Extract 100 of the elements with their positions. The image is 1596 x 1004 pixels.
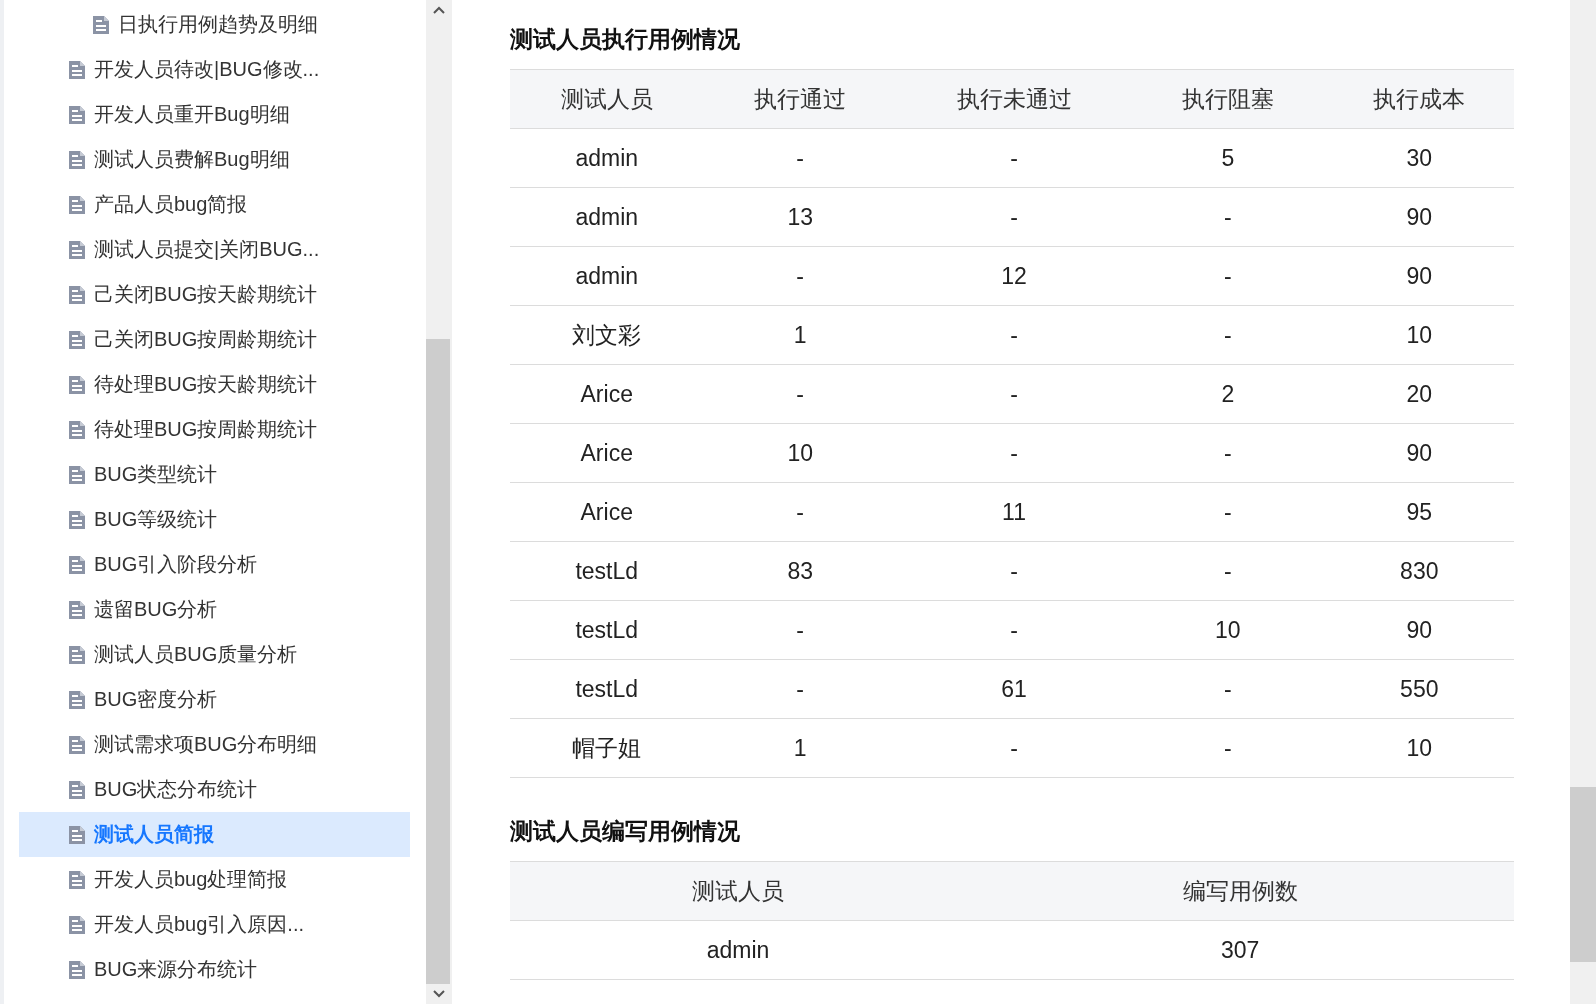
table-cell: 1 bbox=[703, 306, 897, 365]
table-cell: 307 bbox=[966, 921, 1514, 980]
table-cell: Arice bbox=[510, 424, 704, 483]
table-cell: 10 bbox=[1324, 719, 1514, 778]
scrollbar-thumb[interactable] bbox=[426, 339, 450, 984]
table-cell: - bbox=[896, 365, 1132, 424]
sidebar-item[interactable]: 待处理BUG按周龄期统计 bbox=[19, 407, 410, 452]
scroll-down-icon[interactable] bbox=[433, 990, 445, 998]
scroll-up-icon[interactable] bbox=[433, 6, 445, 14]
table-cell: 10 bbox=[1324, 306, 1514, 365]
scrollbar[interactable] bbox=[426, 0, 452, 1004]
table-cell: 90 bbox=[1324, 424, 1514, 483]
scrollbar-thumb[interactable] bbox=[1570, 787, 1596, 962]
table-cell: admin bbox=[510, 129, 704, 188]
table-cell: Arice bbox=[510, 365, 704, 424]
table-cell: - bbox=[1131, 247, 1325, 306]
sidebar-item[interactable]: BUG等级统计 bbox=[19, 497, 410, 542]
document-icon bbox=[68, 914, 86, 935]
table-cell: 10 bbox=[703, 424, 897, 483]
sidebar-item[interactable]: BUG状态分布统计 bbox=[19, 767, 410, 812]
sidebar-item[interactable]: 测试人员费解Bug明细 bbox=[19, 137, 410, 182]
table-cell: - bbox=[1131, 719, 1325, 778]
document-icon bbox=[68, 824, 86, 845]
table-cell: - bbox=[703, 601, 897, 660]
table-cell: - bbox=[896, 306, 1132, 365]
sidebar-item[interactable]: 开发人员bug引入原因... bbox=[19, 902, 410, 947]
table-cell: admin bbox=[510, 247, 704, 306]
table-cell: - bbox=[703, 483, 897, 542]
table-cell: 1 bbox=[703, 719, 897, 778]
table-cell: Arice bbox=[510, 483, 704, 542]
table-cell: 90 bbox=[1324, 601, 1514, 660]
table-cell: 830 bbox=[1324, 542, 1514, 601]
sidebar-item[interactable]: 己关闭BUG按周龄期统计 bbox=[19, 317, 410, 362]
document-icon bbox=[68, 374, 86, 395]
section-title: 测试人员编写用例情况 bbox=[510, 817, 741, 846]
document-icon bbox=[92, 14, 110, 35]
column-header: 执行通过 bbox=[703, 69, 897, 129]
document-icon bbox=[68, 734, 86, 755]
sidebar-item[interactable]: 开发人员重开Bug明细 bbox=[19, 92, 410, 137]
table-cell: 20 bbox=[1324, 365, 1514, 424]
sidebar-item[interactable]: 产品人员bug简报 bbox=[19, 182, 410, 227]
document-icon bbox=[68, 509, 86, 530]
sidebar-item[interactable]: 待处理BUG按天龄期统计 bbox=[19, 362, 410, 407]
document-icon bbox=[68, 959, 86, 980]
column-header: 测试人员 bbox=[510, 861, 967, 921]
document-icon bbox=[68, 779, 86, 800]
table-cell: 30 bbox=[1324, 129, 1514, 188]
sidebar-item[interactable]: 日执行用例趋势及明细 bbox=[19, 2, 410, 47]
table-cell: - bbox=[703, 365, 897, 424]
section-title: 测试人员执行用例情况 bbox=[510, 25, 741, 54]
table-cell: 90 bbox=[1324, 188, 1514, 247]
sidebar-item[interactable]: 测试需求项BUG分布明细 bbox=[19, 722, 410, 767]
table-cell: 83 bbox=[703, 542, 897, 601]
scrollbar[interactable] bbox=[1570, 0, 1596, 1004]
table-cell: - bbox=[1131, 306, 1325, 365]
table-cell: - bbox=[896, 542, 1132, 601]
document-icon bbox=[68, 59, 86, 80]
table-cell: 61 bbox=[896, 660, 1132, 719]
table-cell: 90 bbox=[1324, 247, 1514, 306]
table-cell: admin bbox=[510, 921, 967, 980]
sidebar-item[interactable]: 开发人员bug处理简报 bbox=[19, 857, 410, 902]
document-icon bbox=[68, 284, 86, 305]
table-cell: - bbox=[1131, 424, 1325, 483]
document-icon bbox=[68, 419, 86, 440]
table-cell: 帽子姐 bbox=[510, 719, 704, 778]
table-cell: - bbox=[896, 129, 1132, 188]
document-icon bbox=[68, 599, 86, 620]
table-cell: - bbox=[896, 601, 1132, 660]
sidebar-item[interactable]: BUG引入阶段分析 bbox=[19, 542, 410, 587]
table-cell: - bbox=[703, 247, 897, 306]
table-cell: - bbox=[1131, 660, 1325, 719]
table-cell: 95 bbox=[1324, 483, 1514, 542]
sidebar-item[interactable]: 测试人员提交|关闭BUG... bbox=[19, 227, 410, 272]
sidebar-item[interactable]: BUG密度分析 bbox=[19, 677, 410, 722]
sidebar-item[interactable]: 开发人员待改|BUG修改... bbox=[19, 47, 410, 92]
document-icon bbox=[68, 149, 86, 170]
document-icon bbox=[68, 689, 86, 710]
document-icon bbox=[68, 104, 86, 125]
table-cell: - bbox=[703, 660, 897, 719]
table-cell: 10 bbox=[1131, 601, 1325, 660]
column-header: 执行未通过 bbox=[896, 69, 1132, 129]
sidebar-item[interactable]: 己关闭BUG按天龄期统计 bbox=[19, 272, 410, 317]
document-icon bbox=[68, 329, 86, 350]
sidebar-item[interactable]: 遗留BUG分析 bbox=[19, 587, 410, 632]
document-icon bbox=[68, 239, 86, 260]
table-cell: 12 bbox=[896, 247, 1132, 306]
sidebar-item[interactable]: BUG来源分布统计 bbox=[19, 947, 410, 992]
document-icon bbox=[68, 464, 86, 485]
column-header: 编写用例数 bbox=[966, 861, 1514, 921]
document-icon bbox=[68, 194, 86, 215]
table-cell: - bbox=[896, 188, 1132, 247]
table-cell: 5 bbox=[1131, 129, 1325, 188]
table-cell: - bbox=[1131, 542, 1325, 601]
sidebar-item[interactable]: BUG类型统计 bbox=[19, 452, 410, 497]
column-header: 执行成本 bbox=[1324, 69, 1514, 129]
table-cell: 11 bbox=[896, 483, 1132, 542]
table-cell: - bbox=[1131, 188, 1325, 247]
table-cell: testLd bbox=[510, 660, 704, 719]
table-cell: testLd bbox=[510, 601, 704, 660]
sidebar-item[interactable]: 测试人员BUG质量分析 bbox=[19, 632, 410, 677]
